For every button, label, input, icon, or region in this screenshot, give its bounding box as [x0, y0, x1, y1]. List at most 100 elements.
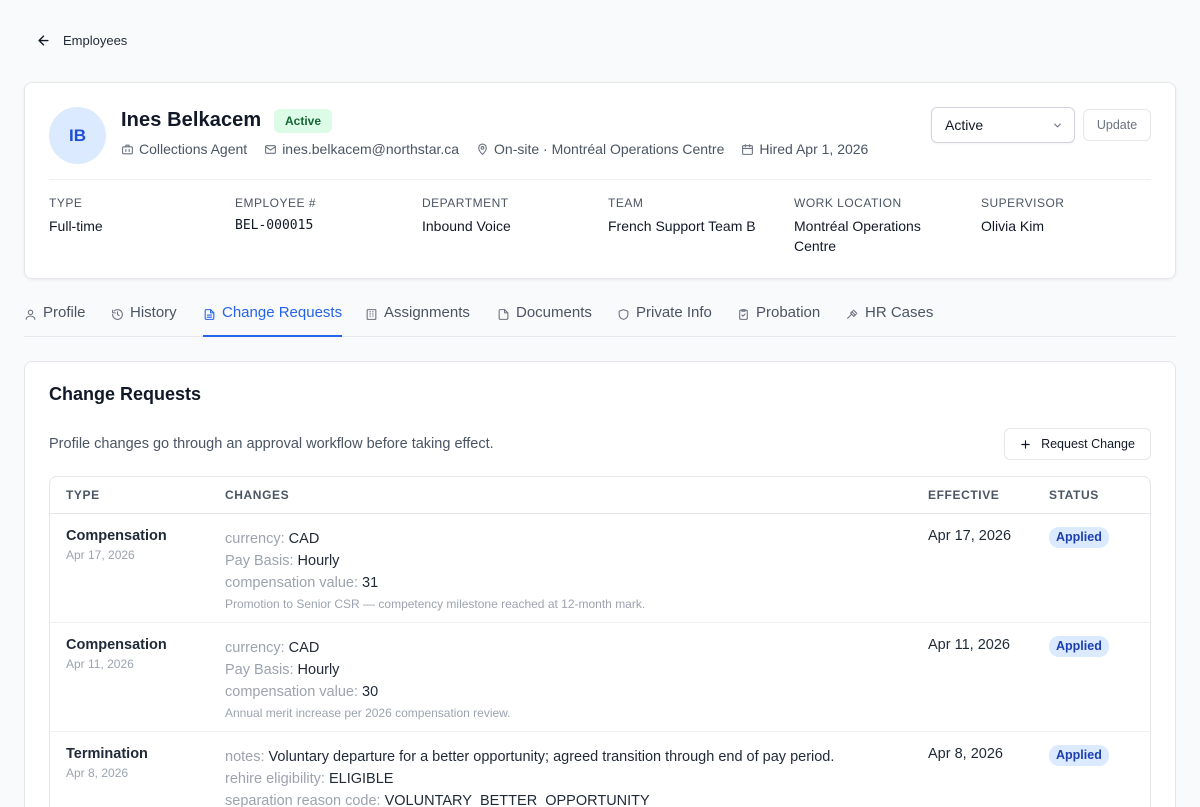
change-value: Hourly — [297, 553, 340, 569]
change-note: Promotion to Senior CSR — competency mil… — [225, 597, 646, 611]
field-value: BEL-000015 — [235, 218, 314, 233]
tab-label: Assignments — [384, 304, 470, 321]
column-header-effective: EFFECTIVE — [928, 488, 1000, 502]
location: On-site · Montréal Operations Centre — [476, 141, 724, 157]
tab-profile[interactable]: Profile — [24, 302, 86, 337]
change-key: compensation value: — [225, 575, 358, 591]
employee-meta: Collections Agent ines.belkacem@northsta… — [121, 141, 885, 157]
field-label: TEAM — [608, 196, 644, 210]
change-key: compensation value: — [225, 684, 358, 700]
tab-label: Change Requests — [222, 304, 343, 321]
building-icon — [366, 309, 377, 320]
change-value: CAD — [288, 640, 320, 656]
update-button[interactable]: Update — [1083, 109, 1151, 141]
document-icon — [204, 309, 215, 320]
change-line: separation reason code: VOLUNTARY_BETTER… — [225, 790, 834, 807]
clipboard-icon — [739, 309, 748, 320]
table-row[interactable]: Compensation Apr 17, 2026 currency: CAD … — [50, 514, 1150, 623]
avatar: IB — [49, 107, 106, 164]
request-date: Apr 11, 2026 — [66, 657, 134, 671]
change-key: rehire eligibility: — [225, 771, 325, 787]
field-label: DEPARTMENT — [422, 196, 509, 210]
table-header: TYPE CHANGES EFFECTIVE STATUS — [50, 477, 1150, 514]
change-value: ELIGIBLE — [328, 771, 394, 787]
change-line: Pay Basis: Hourly — [225, 550, 645, 572]
table-row[interactable]: Compensation Apr 11, 2026 currency: CAD … — [50, 623, 1150, 732]
change-line: compensation value: 31 — [225, 572, 645, 594]
user-icon — [25, 309, 36, 320]
tab-hr-cases[interactable]: HR Cases — [846, 302, 933, 337]
field-label: WORK LOCATION — [794, 196, 902, 210]
arrow-left-icon — [38, 35, 49, 46]
change-value: CAD — [288, 531, 320, 547]
change-line: rehire eligibility: ELIGIBLE — [225, 768, 834, 790]
changes-cell: currency: CAD Pay Basis: Hourly compensa… — [225, 528, 645, 611]
request-change-label: Request Change — [1041, 437, 1135, 451]
status-badge: Active — [274, 109, 333, 133]
hire-date: Hired Apr 1, 2026 — [741, 141, 868, 157]
request-type-cell: Compensation Apr 11, 2026 — [66, 637, 167, 671]
change-key: notes: — [225, 749, 265, 765]
location-text: On-site · Montréal Operations Centre — [494, 141, 725, 157]
status-select[interactable]: Active — [931, 107, 1075, 143]
tab-private-info[interactable]: Private Info — [617, 302, 712, 337]
back-to-employees-link[interactable]: Employees — [36, 33, 127, 48]
request-change-button[interactable]: Request Change — [1004, 428, 1151, 460]
changes-cell: notes: Voluntary departure for a better … — [225, 746, 834, 807]
effective-date: Apr 11, 2026 — [928, 637, 1010, 653]
field-value: French Support Team B — [608, 218, 756, 234]
employee-name: Ines Belkacem — [121, 109, 262, 131]
change-line: compensation value: 30 — [225, 681, 511, 703]
email[interactable]: ines.belkacem@northstar.ca — [264, 141, 459, 157]
change-requests-panel: Change Requests Profile changes go throu… — [24, 361, 1176, 807]
panel-title: Change Requests — [49, 384, 202, 404]
change-line: notes: Voluntary departure for a better … — [225, 746, 834, 768]
field-type: TYPE Full-time — [49, 196, 103, 236]
gavel-icon — [847, 309, 858, 319]
field-department: DEPARTMENT Inbound Voice — [422, 196, 511, 236]
tab-assignments[interactable]: Assignments — [365, 302, 470, 337]
plus-icon — [1021, 439, 1030, 449]
table-row[interactable]: Termination Apr 8, 2026 notes: Voluntary… — [50, 732, 1150, 807]
tab-history[interactable]: History — [111, 302, 177, 337]
change-key: currency: — [225, 531, 285, 547]
field-work-location: WORK LOCATION Montréal Operations Centre — [794, 196, 944, 256]
effective-date: Apr 17, 2026 — [928, 528, 1012, 544]
field-value: Full-time — [49, 218, 103, 234]
field-value: Montréal Operations Centre — [794, 218, 921, 254]
panel-description: Profile changes go through an approval w… — [49, 436, 494, 452]
tab-label: Probation — [756, 304, 821, 321]
change-value: Hourly — [297, 662, 340, 678]
file-icon — [498, 309, 509, 320]
divider — [49, 179, 1151, 180]
history-icon — [112, 309, 123, 320]
column-header-type: TYPE — [66, 488, 100, 502]
mail-icon — [265, 144, 277, 154]
field-label: EMPLOYEE # — [235, 196, 317, 210]
change-value: 31 — [362, 575, 379, 591]
column-header-status: STATUS — [1049, 488, 1099, 502]
status-badge: Applied — [1049, 527, 1109, 548]
change-key: Pay Basis: — [225, 553, 294, 569]
change-value: VOLUNTARY_BETTER_OPPORTUNITY — [384, 793, 650, 807]
change-requests-table: TYPE CHANGES EFFECTIVE STATUS Compensati… — [49, 476, 1151, 807]
tab-probation[interactable]: Probation — [737, 302, 820, 337]
tab-documents[interactable]: Documents — [497, 302, 592, 337]
chevron-down-icon — [1054, 123, 1061, 128]
effective-date: Apr 8, 2026 — [928, 746, 1003, 762]
tab-change-requests[interactable]: Change Requests — [203, 302, 343, 337]
request-type-cell: Termination Apr 8, 2026 — [66, 746, 148, 780]
changes-cell: currency: CAD Pay Basis: Hourly compensa… — [225, 637, 511, 720]
employee-header-card: IB Ines Belkacem Active Collections Agen… — [24, 82, 1176, 279]
map-pin-icon — [478, 143, 487, 155]
change-key: Pay Basis: — [225, 662, 294, 678]
change-value: 30 — [362, 684, 379, 700]
briefcase-icon — [122, 144, 133, 154]
change-note: Annual merit increase per 2026 compensat… — [225, 706, 511, 720]
field-employee-number: EMPLOYEE # BEL-000015 — [235, 196, 316, 236]
change-line: currency: CAD — [225, 528, 645, 550]
tab-label: History — [130, 304, 177, 321]
tab-bar: Profile History Change Requests Assignme… — [24, 302, 1176, 337]
status-badge: Applied — [1049, 636, 1109, 657]
status-select-value: Active — [945, 117, 984, 133]
